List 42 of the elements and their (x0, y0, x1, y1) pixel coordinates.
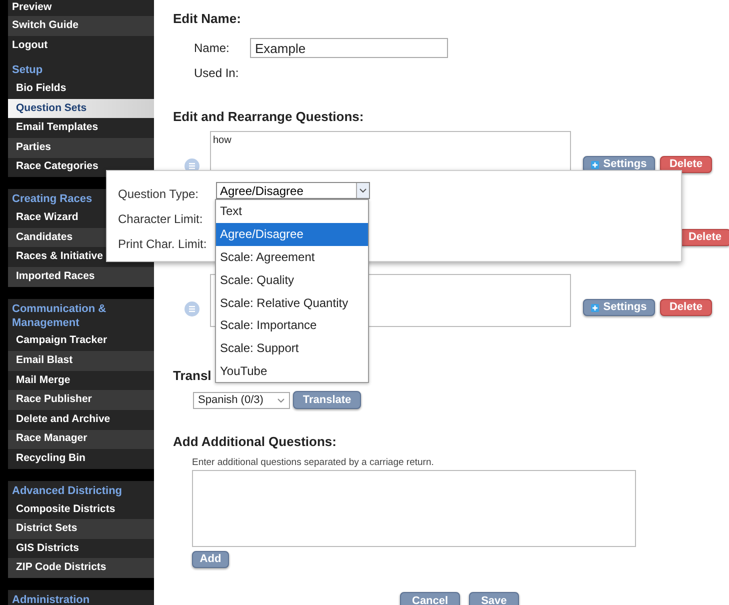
sidebar-item[interactable]: Race Manager (8, 430, 154, 450)
sidebar-item[interactable]: Mail Merge (8, 370, 154, 390)
section-heading: Edit and Rearrange Questions: (173, 109, 364, 124)
dropdown-option[interactable]: Scale: Importance (216, 314, 368, 337)
dropdown-option[interactable]: Scale: Agreement (216, 246, 368, 268)
sidebar-item[interactable]: Switch Guide (8, 16, 154, 36)
dropdown-option[interactable]: Scale: Relative Quantity (216, 291, 368, 314)
dropdown-option[interactable]: Scale: Quality (216, 268, 368, 292)
name-label: Name: (194, 40, 230, 56)
sidebar-item[interactable]: Race Publisher (8, 390, 154, 410)
sidebar-section-title: Advanced Districting (11, 484, 124, 499)
sidebar-item[interactable]: Email Blast (8, 351, 154, 371)
hint-text: Enter additional questions separated by a carriage return. (192, 457, 434, 469)
question-type-label: Question Type: (118, 186, 198, 203)
dropdown-option[interactable]: Agree/Disagree (216, 222, 368, 246)
sidebar-section-title: Administration (11, 593, 91, 605)
delete-button[interactable]: Delete (660, 299, 712, 316)
dropdown-option[interactable]: YouTube (216, 360, 368, 382)
question-type-select[interactable]: Agree/Disagree (216, 182, 370, 199)
sidebar-item[interactable]: Imported Races (8, 266, 154, 287)
section-heading: Add Additional Questions: (173, 434, 336, 449)
delete-button[interactable]: Delete (660, 156, 712, 173)
drag-handle-icon[interactable] (184, 301, 200, 317)
sidebar-item[interactable]: District Sets (8, 519, 154, 539)
delete-button[interactable]: Delete (679, 229, 729, 246)
dropdown-option[interactable]: Text (216, 200, 368, 223)
sidebar-section-title: Setup (11, 63, 44, 78)
additional-questions-textarea[interactable] (192, 470, 636, 547)
dropdown-option[interactable]: Scale: Support (216, 336, 368, 360)
sidebar-item[interactable]: ZIP Code Districts (8, 558, 154, 578)
sidebar-section-title: Communication & Management (11, 302, 108, 331)
plus-icon (591, 304, 600, 312)
chevron-down-icon (277, 398, 285, 402)
section-heading: Transl (173, 368, 212, 383)
used-in-label: Used In: (194, 66, 239, 81)
language-select[interactable]: Spanish (0/3) (193, 392, 290, 408)
chevron-down-icon (359, 188, 367, 193)
section-heading: Edit Name: (173, 11, 241, 26)
name-input[interactable]: Example (250, 38, 448, 58)
sidebar-section-title: Creating Races (11, 192, 94, 208)
sidebar-item[interactable]: Parties (8, 138, 154, 158)
sidebar-item[interactable]: Question Sets (8, 98, 154, 118)
